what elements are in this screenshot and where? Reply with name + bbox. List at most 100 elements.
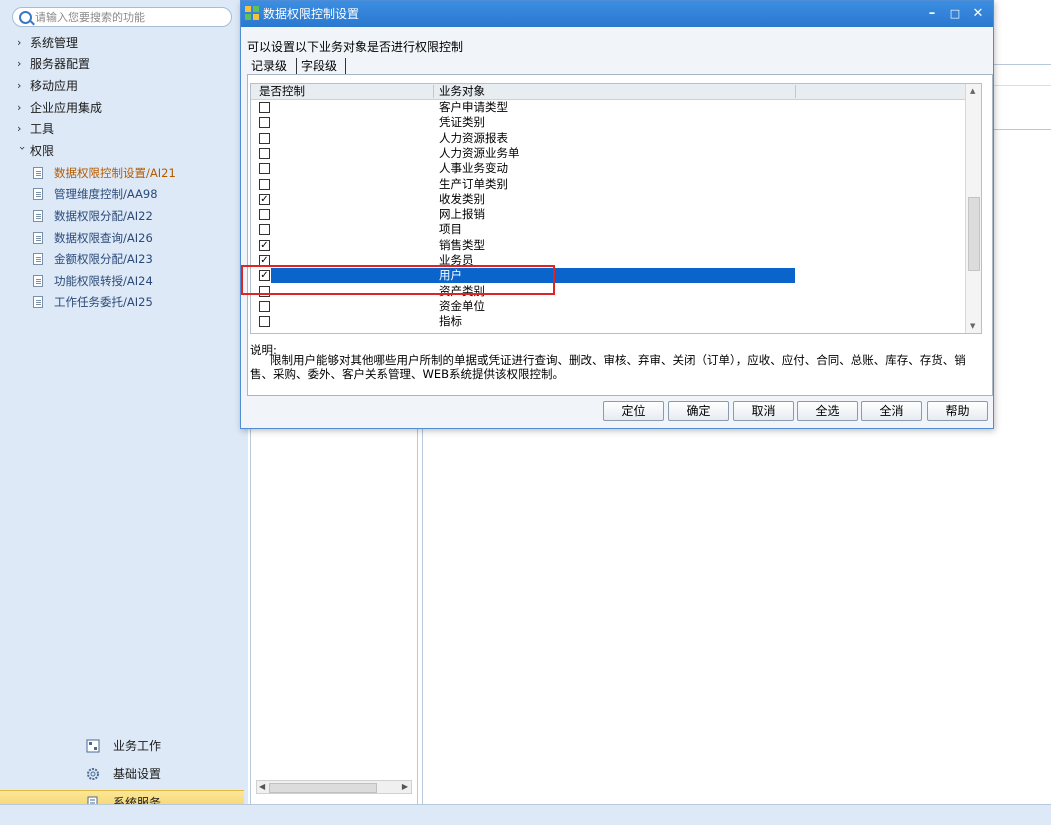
sub-item-label: 工作任务委托/AI25 — [54, 295, 153, 309]
sub-item-amount-permission[interactable]: 金额权限分配/AI23 — [0, 249, 248, 269]
bottom-nav-label: 业务工作 — [113, 739, 162, 753]
business-object-name: 人力资源报表 — [439, 130, 508, 145]
bottom-nav-label: 基础设置 — [113, 767, 162, 781]
table-row[interactable]: ✓ 收发类别 — [251, 192, 965, 207]
column-divider[interactable] — [795, 85, 796, 98]
sub-item-data-permission-control[interactable]: 数据权限控制设置/AI21 — [0, 163, 248, 183]
table-row[interactable]: 项目 — [251, 222, 965, 237]
table-row[interactable]: 客户申请类型 — [251, 100, 965, 115]
nav-item-tools[interactable]: › 工具 — [0, 119, 248, 139]
tab-record-level[interactable]: 记录级 — [251, 57, 287, 75]
table-row[interactable]: 凭证类别 — [251, 115, 965, 130]
maximize-icon[interactable]: □ — [946, 5, 964, 23]
control-checkbox[interactable] — [259, 147, 270, 159]
sub-item-label: 金额权限分配/AI23 — [54, 252, 153, 266]
horizontal-scrollbar[interactable]: ◀ ▶ — [256, 780, 412, 794]
gear-icon — [87, 768, 99, 780]
nav-item-server-config[interactable]: › 服务器配置 — [0, 54, 248, 74]
search-input[interactable] — [35, 9, 225, 25]
business-object-name: 人事业务变动 — [439, 161, 508, 176]
control-checkbox[interactable] — [259, 117, 270, 129]
control-checkbox[interactable]: ✓ — [259, 193, 270, 205]
document-icon — [33, 188, 43, 200]
nav-item-system-management[interactable]: › 系统管理 — [0, 33, 248, 53]
cancel-button[interactable]: 取消 — [733, 401, 794, 421]
nav-item-enterprise-integration[interactable]: › 企业应用集成 — [0, 98, 248, 118]
control-checkbox[interactable] — [259, 132, 270, 144]
nav-item-permissions[interactable]: › 权限 — [0, 141, 248, 161]
search-icon — [19, 11, 32, 24]
scrollbar-thumb[interactable] — [269, 783, 377, 793]
chevron-right-icon: › — [17, 57, 22, 70]
table-row[interactable]: 网上报销 — [251, 207, 965, 222]
bottom-nav-basic-settings[interactable]: 基础设置 — [0, 762, 244, 786]
nav-item-label: 移动应用 — [30, 79, 79, 93]
business-object-name: 收发类别 — [439, 191, 485, 206]
control-checkbox[interactable] — [259, 163, 270, 175]
scroll-down-icon[interactable]: ▼ — [970, 322, 975, 330]
app-icon — [245, 6, 259, 20]
business-icon — [86, 739, 100, 753]
control-checkbox[interactable] — [259, 316, 270, 328]
table-row[interactable]: 生产订单类别 — [251, 177, 965, 192]
table-row[interactable]: ✓ 销售类型 — [251, 238, 965, 253]
tab-field-level[interactable]: 字段级 — [301, 57, 337, 75]
business-object-name: 人力资源业务单 — [439, 145, 520, 160]
nav-item-label: 系统管理 — [30, 36, 79, 50]
business-object-name: 资金单位 — [439, 298, 485, 313]
table-row[interactable]: 资金单位 — [251, 299, 965, 314]
deselect-all-button[interactable]: 全消 — [861, 401, 922, 421]
control-checkbox[interactable] — [259, 102, 270, 113]
column-divider[interactable] — [433, 85, 434, 98]
minimize-icon[interactable]: – — [923, 5, 941, 23]
status-bar — [0, 804, 1051, 825]
select-all-button[interactable]: 全选 — [797, 401, 858, 421]
table-row[interactable]: 指标 — [251, 314, 965, 329]
business-object-name: 指标 — [439, 314, 462, 329]
nav-item-label: 权限 — [30, 144, 55, 158]
confirm-button[interactable]: 确定 — [668, 401, 729, 421]
tab-divider — [296, 58, 297, 74]
close-icon[interactable]: ✕ — [969, 5, 987, 23]
control-checkbox[interactable] — [259, 300, 270, 312]
table-row[interactable]: 人力资源报表 — [251, 131, 965, 146]
locate-button[interactable]: 定位 — [603, 401, 664, 421]
sidebar: › 系统管理 › 服务器配置 › 移动应用 › 企业应用集成 › 工具 › 权限… — [0, 0, 248, 824]
scroll-right-icon[interactable]: ▶ — [402, 781, 408, 793]
dialog-titlebar[interactable]: 数据权限控制设置 – □ ✕ — [241, 1, 993, 27]
bottom-nav-business[interactable]: 业务工作 — [0, 734, 244, 758]
nav-item-label: 服务器配置 — [30, 57, 91, 71]
chevron-right-icon: › — [17, 36, 22, 49]
sub-item-data-permission-assign[interactable]: 数据权限分配/AI22 — [0, 206, 248, 226]
sub-item-label: 功能权限转授/AI24 — [54, 274, 153, 288]
vertical-scrollbar[interactable]: ▲ ▼ — [965, 84, 981, 333]
sub-item-label: 管理维度控制/AA98 — [54, 187, 158, 201]
nav-item-label: 企业应用集成 — [30, 101, 103, 115]
scroll-up-icon[interactable]: ▲ — [970, 87, 975, 95]
sub-item-function-permission-transfer[interactable]: 功能权限转授/AI24 — [0, 271, 248, 291]
control-checkbox[interactable]: ✓ — [259, 239, 270, 251]
table-row[interactable]: 人力资源业务单 — [251, 146, 965, 161]
control-checkbox[interactable] — [259, 224, 270, 236]
search-box[interactable] — [12, 7, 232, 27]
grid-header: 是否控制 业务对象 — [251, 84, 965, 100]
scrollbar-thumb[interactable] — [968, 197, 980, 271]
sub-item-data-permission-query[interactable]: 数据权限查询/AI26 — [0, 228, 248, 248]
table-row[interactable]: 人事业务变动 — [251, 161, 965, 176]
sub-item-dimension-control[interactable]: 管理维度控制/AA98 — [0, 184, 248, 204]
nav-item-mobile-apps[interactable]: › 移动应用 — [0, 76, 248, 96]
business-object-grid: 是否控制 业务对象 客户申请类型 凭证类别 人力资源报表 人力资源业务单 人事业务变动生… — [250, 83, 982, 334]
sub-item-label: 数据权限控制设置/AI21 — [54, 166, 176, 180]
help-button[interactable]: 帮助 — [927, 401, 988, 421]
sub-item-task-delegation[interactable]: 工作任务委托/AI25 — [0, 292, 248, 312]
scroll-left-icon[interactable]: ◀ — [259, 781, 265, 793]
document-icon — [33, 253, 43, 265]
control-checkbox[interactable] — [259, 209, 270, 221]
chevron-right-icon: › — [17, 122, 22, 135]
note-body: 限制用户能够对其他哪些用户所制的单据或凭证进行查询、删改、审核、弃审、关闭（订单… — [250, 353, 966, 381]
column-header-controlled[interactable]: 是否控制 — [259, 84, 305, 99]
control-checkbox[interactable] — [259, 178, 270, 190]
business-object-name: 项目 — [439, 222, 462, 237]
business-object-name: 生产订单类别 — [439, 176, 508, 191]
column-header-business-object[interactable]: 业务对象 — [439, 84, 485, 99]
